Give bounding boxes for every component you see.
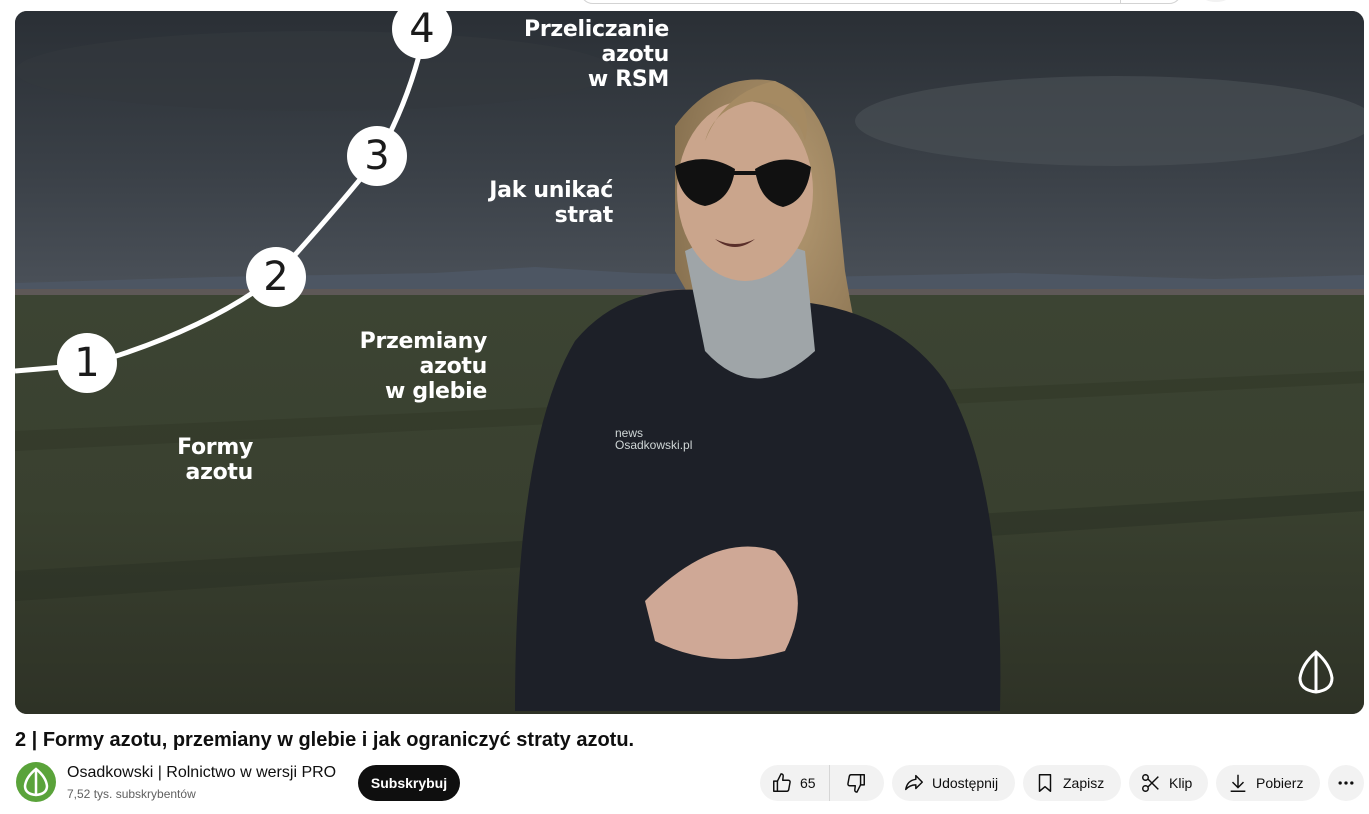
step-4-label-line1: Przeliczanie azotu: [524, 17, 669, 67]
jacket-logo-line2: Osadkowski.pl: [615, 438, 693, 452]
like-button[interactable]: 65: [760, 765, 830, 801]
share-label: Udostępnij: [932, 775, 999, 791]
step-1-circle: 1: [57, 333, 117, 393]
video-frame: [15, 11, 1364, 714]
share-button[interactable]: Udostępnij: [892, 765, 1015, 801]
like-dislike-group: 65: [760, 765, 884, 801]
more-horizontal-icon: [1334, 771, 1358, 795]
dislike-button[interactable]: [830, 765, 882, 801]
step-1-label: Formy azotu: [175, 435, 253, 485]
search-divider: [1120, 0, 1121, 3]
channel-name[interactable]: Osadkowski | Rolnictwo w wersji PRO: [67, 764, 336, 782]
subscribe-button[interactable]: Subskrybuj: [358, 765, 460, 801]
clip-label: Klip: [1169, 775, 1193, 791]
step-2-label-line1: Przemiany azotu: [359, 329, 488, 379]
step-3-circle: 3: [347, 126, 407, 186]
search-box[interactable]: [580, 0, 1182, 4]
share-arrow-icon: [902, 771, 926, 795]
step-3-label-line2: strat: [554, 203, 614, 228]
download-label: Pobierz: [1256, 775, 1304, 791]
clip-button[interactable]: Klip: [1129, 765, 1208, 801]
step-3-label: Jak unikać strat: [485, 178, 613, 228]
scissors-icon: [1139, 771, 1163, 795]
top-bar: [0, 0, 1369, 11]
step-4-label: Przeliczanie azotu w RSM: [455, 17, 669, 92]
bookmark-icon: [1033, 771, 1057, 795]
thumbs-up-icon: [770, 771, 794, 795]
step-2-circle: 2: [246, 247, 306, 307]
step-2-label: Przemiany azotu w glebie: [295, 329, 488, 404]
like-count: 65: [800, 775, 816, 791]
save-button[interactable]: Zapisz: [1023, 765, 1121, 801]
voice-search-button[interactable]: [1200, 0, 1232, 2]
download-icon: [1226, 771, 1250, 795]
step-1-label-line1: Formy: [177, 435, 253, 460]
subscriber-count: 7,52 tys. subskrybentów: [67, 787, 196, 801]
thumbs-down-icon: [844, 771, 868, 795]
step-4-label-line2: w RSM: [587, 67, 669, 92]
step-2-label-line2: w glebie: [384, 379, 487, 404]
jacket-logo: news Osadkowski.pl: [615, 427, 692, 451]
video-title: 2 | Formy azotu, przemiany w glebie i ja…: [15, 729, 635, 751]
osadkowski-logo-icon: [1294, 650, 1338, 694]
download-button[interactable]: Pobierz: [1216, 765, 1320, 801]
step-3-label-line1: Jak unikać: [489, 178, 613, 203]
more-actions-button[interactable]: [1328, 765, 1364, 801]
channel-logo-icon[interactable]: [15, 761, 56, 802]
step-1-label-line2: azotu: [185, 460, 254, 485]
video-player[interactable]: 1 2 3 4 Formy azotu Przemiany azotu w gl…: [15, 11, 1364, 714]
save-label: Zapisz: [1063, 775, 1105, 791]
